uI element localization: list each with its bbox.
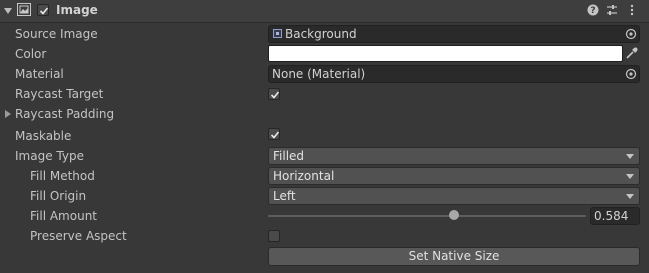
fill-amount-slider-thumb[interactable] xyxy=(448,210,459,220)
checkmark-icon xyxy=(270,91,280,99)
component-title: Image xyxy=(56,3,98,17)
checkmark-icon xyxy=(270,131,280,139)
fill-amount-label: Fill Amount xyxy=(30,209,98,223)
raycast-padding-foldout-icon[interactable] xyxy=(5,110,11,118)
raycast-padding-label[interactable]: Raycast Padding xyxy=(15,105,114,123)
material-label: Material xyxy=(15,67,64,81)
component-header: Image ? xyxy=(0,0,649,23)
maskable-label: Maskable xyxy=(15,129,72,143)
preserve-aspect-checkbox[interactable] xyxy=(268,230,280,242)
fill-origin-value: Left xyxy=(273,189,296,203)
dropdown-arrow-icon xyxy=(626,154,634,159)
svg-text:?: ? xyxy=(590,6,595,16)
material-field[interactable]: None (Material) xyxy=(268,65,640,83)
set-native-size-button[interactable]: Set Native Size xyxy=(268,247,640,266)
eyedropper-icon[interactable] xyxy=(625,46,639,60)
fill-amount-input[interactable]: 0.584 xyxy=(590,207,640,225)
fill-method-label: Fill Method xyxy=(30,169,95,183)
fill-method-dropdown[interactable]: Horizontal xyxy=(268,167,640,185)
help-icon[interactable]: ? xyxy=(587,4,599,16)
dropdown-arrow-icon xyxy=(626,194,634,199)
raycast-target-label: Raycast Target xyxy=(15,87,104,101)
preserve-aspect-label: Preserve Aspect xyxy=(30,229,127,243)
source-image-label: Source Image xyxy=(15,27,98,41)
object-picker-icon[interactable] xyxy=(625,68,637,80)
image-component-icon xyxy=(17,3,31,16)
raycast-target-checkbox[interactable] xyxy=(268,88,280,100)
source-image-field[interactable]: Background xyxy=(268,25,640,43)
object-picker-icon[interactable] xyxy=(625,28,637,40)
maskable-checkbox[interactable] xyxy=(268,128,280,140)
color-swatch[interactable] xyxy=(268,45,623,62)
image-type-value: Filled xyxy=(273,149,305,163)
kebab-menu-icon[interactable] xyxy=(626,4,638,16)
checkmark-icon xyxy=(39,7,49,15)
sprite-icon xyxy=(273,29,282,38)
presets-icon[interactable] xyxy=(606,4,618,16)
fill-method-value: Horizontal xyxy=(273,169,335,183)
material-value: None (Material) xyxy=(272,67,366,81)
foldout-arrow-icon[interactable] xyxy=(4,8,12,14)
fill-amount-value: 0.584 xyxy=(594,209,629,223)
source-image-value: Background xyxy=(285,27,357,41)
image-type-label: Image Type xyxy=(15,149,84,163)
component-enabled-checkbox[interactable] xyxy=(37,4,49,16)
fill-amount-slider-track[interactable] xyxy=(268,215,586,217)
image-type-dropdown[interactable]: Filled xyxy=(268,147,640,165)
color-label: Color xyxy=(15,47,47,61)
fill-origin-label: Fill Origin xyxy=(30,189,87,203)
dropdown-arrow-icon xyxy=(626,174,634,179)
fill-origin-dropdown[interactable]: Left xyxy=(268,187,640,205)
